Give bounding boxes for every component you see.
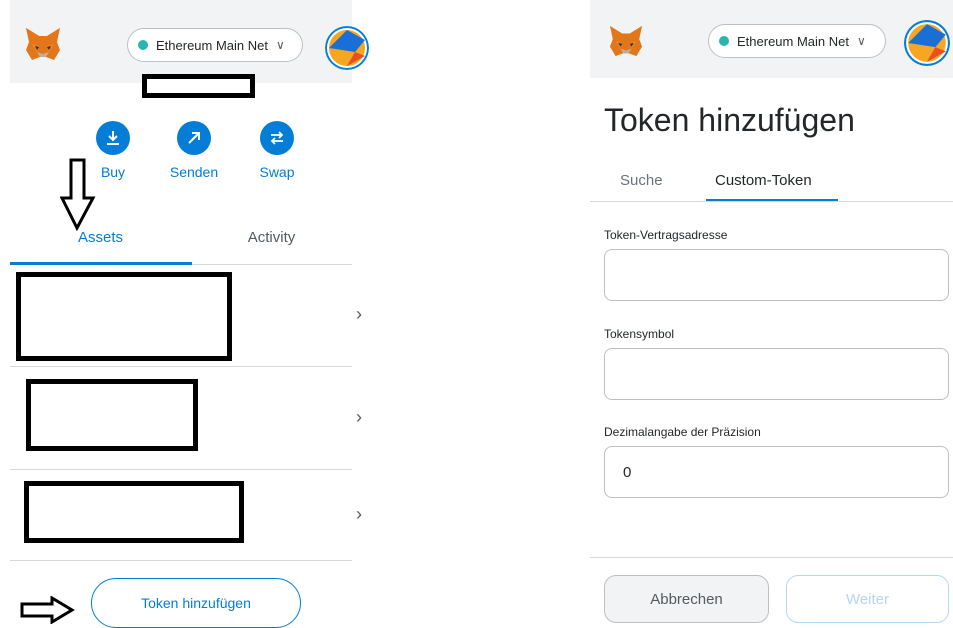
footer-divider <box>590 557 953 558</box>
tab-search[interactable]: Suche <box>620 172 663 189</box>
account-avatar[interactable] <box>325 26 369 70</box>
asset-row[interactable]: › <box>10 367 362 469</box>
chevron-down-icon: ∨ <box>276 38 285 52</box>
tab-activity[interactable]: Activity <box>191 229 352 246</box>
metamask-fox-logo[interactable] <box>608 24 644 58</box>
add-token-button[interactable]: Token hinzufügen <box>91 578 301 628</box>
tab-custom-token[interactable]: Custom-Token <box>715 172 812 189</box>
network-selector[interactable]: Ethereum Main Net ∨ <box>127 28 303 62</box>
cancel-button[interactable]: Abbrechen <box>604 575 769 623</box>
token-decimals-label: Dezimalangabe der Präzision <box>604 425 761 439</box>
account-name-redacted <box>142 74 255 98</box>
wallet-home-panel: Ethereum Main Net ∨ Buy Senden Swap Asse… <box>0 0 369 628</box>
asset-redacted <box>24 481 244 543</box>
send-label: Senden <box>169 164 219 180</box>
next-button[interactable]: Weiter <box>786 575 949 623</box>
chevron-right-icon: › <box>356 407 362 427</box>
token-address-input[interactable] <box>604 249 949 301</box>
account-avatar[interactable] <box>904 20 950 66</box>
swap-icon <box>260 121 294 155</box>
chevron-right-icon: › <box>356 304 362 324</box>
token-address-label: Token-Vertragsadresse <box>604 228 728 242</box>
network-selector[interactable]: Ethereum Main Net ∨ <box>708 24 886 58</box>
swap-button[interactable]: Swap <box>247 121 307 180</box>
active-tab-indicator <box>10 262 192 265</box>
chevron-down-icon: ∨ <box>857 34 866 48</box>
page-title: Token hinzufügen <box>604 102 855 138</box>
swap-label: Swap <box>259 164 295 180</box>
asset-row[interactable]: › <box>10 266 362 366</box>
asset-redacted <box>16 272 232 361</box>
token-symbol-label: Tokensymbol <box>604 327 675 341</box>
annotation-down-arrow <box>60 158 96 232</box>
network-label: Ethereum Main Net <box>737 33 849 49</box>
row-divider <box>10 560 352 561</box>
token-decimals-input[interactable]: 0 <box>604 446 949 498</box>
tab-assets[interactable]: Assets <box>10 229 191 246</box>
network-label: Ethereum Main Net <box>156 37 268 53</box>
send-button[interactable]: Senden <box>164 121 224 180</box>
chevron-right-icon: › <box>356 504 362 524</box>
tabs-divider <box>590 201 953 202</box>
network-status-dot <box>138 40 148 50</box>
active-tab-indicator <box>706 199 838 201</box>
network-status-dot <box>719 36 729 46</box>
arrow-up-right-icon <box>177 121 211 155</box>
download-icon <box>96 121 130 155</box>
token-symbol-input[interactable] <box>604 348 949 400</box>
asset-row[interactable]: › <box>10 470 362 560</box>
asset-redacted <box>26 379 198 451</box>
annotation-right-arrow <box>20 596 75 624</box>
add-token-panel: Ethereum Main Net ∨ Token hinzufügen Suc… <box>590 0 953 624</box>
metamask-fox-logo[interactable] <box>24 26 62 62</box>
